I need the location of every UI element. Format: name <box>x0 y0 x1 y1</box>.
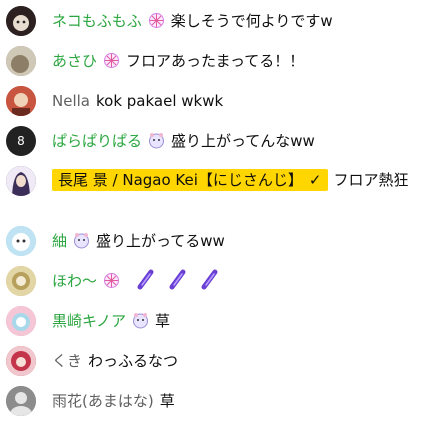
character-avatar-icon <box>6 346 36 376</box>
chat-message: 黒崎キノア 草 <box>0 306 443 336</box>
character-avatar-icon <box>6 266 36 296</box>
cat-avatar-icon <box>6 6 36 36</box>
chat-message: くき わっふるなつ <box>0 346 443 376</box>
avatar-text: 8 <box>17 134 25 148</box>
glowstick-icon <box>137 269 154 290</box>
avatar[interactable] <box>6 226 36 256</box>
author-name[interactable]: Nella <box>52 92 90 110</box>
avatar[interactable] <box>6 166 36 196</box>
sparkle-badge-icon <box>104 53 120 68</box>
hamster-badge-icon <box>132 313 148 329</box>
message-text: 楽しそうで何よりですw <box>170 12 333 30</box>
message-text: 草 <box>154 312 170 330</box>
author-name[interactable]: 黒崎キノア <box>52 312 126 330</box>
live-chat-list: ネコもふもふ 楽しそうで何よりですw あさひ フロアあったまってる！！ Nella k… <box>0 0 443 422</box>
author-name[interactable]: 紬 <box>52 232 67 250</box>
message-text: 盛り上がってるww <box>96 232 225 250</box>
portrait-avatar-icon <box>6 46 36 76</box>
character-avatar-icon <box>6 306 36 336</box>
author-name: 長尾 景 / Nagao Kei【にじさんじ】 <box>58 171 303 189</box>
hamster-badge-icon <box>74 233 90 249</box>
message-text: フロアあったまってる！！ <box>126 52 305 70</box>
verified-check-icon: ✓ <box>308 171 322 189</box>
avatar[interactable] <box>6 46 36 76</box>
author-name[interactable]: ぱらぱりぱる <box>52 132 142 150</box>
portrait-avatar-icon <box>6 86 36 116</box>
chat-message: 紬 盛り上がってるww <box>0 226 443 256</box>
avatar[interactable] <box>6 266 36 296</box>
avatar[interactable] <box>6 306 36 336</box>
glowstick-icon <box>201 269 218 290</box>
chat-message: ほわ～ <box>0 266 443 296</box>
author-name[interactable]: あさひ <box>52 52 97 70</box>
avatar[interactable] <box>6 386 36 416</box>
hamster-badge-icon <box>149 133 165 149</box>
chat-message: あさひ フロアあったまってる！！ <box>0 46 443 76</box>
chat-message: ネコもふもふ 楽しそうで何よりですw <box>0 6 443 36</box>
chat-message: 雨花(あまはな) 草 <box>0 386 443 416</box>
chat-message: Nella kok pakael wkwk <box>0 86 443 116</box>
portrait-avatar-icon <box>6 166 36 196</box>
chat-message: 8 ぱらぱりぱる 盛り上がってんなww <box>0 126 443 156</box>
avatar[interactable] <box>6 346 36 376</box>
message-text: kok pakael wkwk <box>95 92 224 110</box>
chat-message-owner: 長尾 景 / Nagao Kei【にじさんじ】 ✓ フロア熱狂 <box>0 166 443 196</box>
author-name[interactable]: ネコもふもふ <box>52 12 142 30</box>
author-name[interactable]: 雨花(あまはな) <box>52 392 154 410</box>
sparkle-badge-icon <box>148 13 164 28</box>
glowstick-icon <box>169 269 186 290</box>
message-text: 盛り上がってんなww <box>171 132 315 150</box>
sparkle-badge-icon <box>104 273 120 288</box>
avatar[interactable] <box>6 6 36 36</box>
message-text: わっふるなつ <box>88 352 179 370</box>
author-chip[interactable]: 長尾 景 / Nagao Kei【にじさんじ】 ✓ <box>52 169 328 191</box>
default-user-icon <box>6 386 36 416</box>
author-name[interactable]: くき <box>52 352 82 370</box>
author-name[interactable]: ほわ～ <box>52 272 97 290</box>
avatar[interactable] <box>6 86 36 116</box>
avatar[interactable]: 8 <box>6 126 36 156</box>
character-avatar-icon <box>6 226 36 256</box>
message-text: フロア熱狂 <box>333 171 409 189</box>
message-text: 草 <box>159 392 175 410</box>
